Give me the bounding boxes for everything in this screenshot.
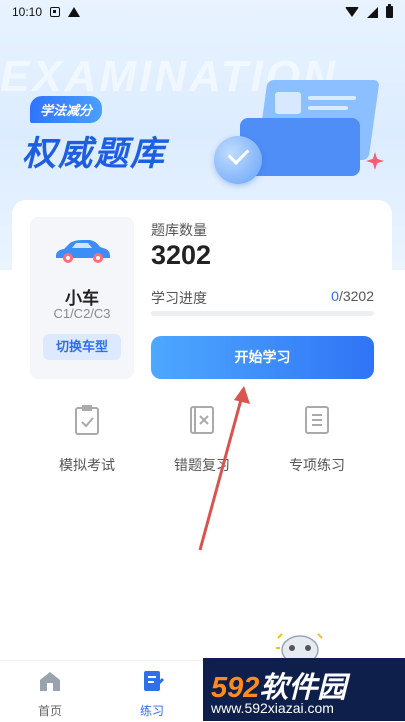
switch-vehicle-button[interactable]: 切换车型	[43, 334, 121, 360]
progress-total: /3202	[338, 288, 374, 304]
feature-label: 专项练习	[289, 457, 345, 473]
feature-wrong-review[interactable]: 错题复习	[157, 404, 247, 475]
feature-label: 模拟考试	[59, 457, 115, 473]
doc-line	[308, 96, 356, 100]
banner-title: 权威题库	[22, 135, 166, 173]
progress-label: 学习进度	[151, 290, 207, 306]
progress-current: 0	[331, 288, 339, 304]
vehicle-license: C1/C2/C3	[53, 306, 111, 321]
book-x-icon	[190, 406, 214, 434]
watermark-logo: 592软件园 www.592xiazai.com	[203, 658, 405, 721]
tab-label: 练习	[139, 704, 164, 718]
car-icon	[56, 240, 110, 263]
status-time: 10:10	[12, 5, 43, 19]
tab-label: 首页	[37, 704, 62, 718]
battery-icon	[386, 4, 393, 18]
notification-icon	[50, 7, 61, 17]
doc-line	[308, 106, 348, 110]
list-doc-icon	[305, 406, 329, 434]
progress-bar	[151, 311, 374, 316]
id-card-icon	[275, 92, 301, 114]
wifi-icon	[345, 7, 359, 17]
signal-icon	[367, 6, 378, 18]
home-icon	[40, 672, 60, 691]
feature-special-practice[interactable]: 专项练习	[272, 404, 362, 475]
feature-label: 错题复习	[174, 457, 230, 473]
warning-icon	[68, 7, 81, 17]
question-count-value: 3202	[151, 240, 212, 270]
clipboard-check-icon	[75, 405, 99, 435]
status-bar: 10:10	[0, 0, 405, 24]
question-count-label: 题库数量	[151, 222, 207, 238]
tab-home[interactable]: 首页	[20, 669, 80, 719]
banner-tag: 学法减分	[30, 96, 103, 123]
progress-count: 0/3202	[331, 288, 374, 304]
start-study-button[interactable]: 开始学习	[151, 336, 374, 379]
watermark-url: www.592xiazai.com	[211, 700, 334, 716]
feature-mock-exam[interactable]: 模拟考试	[42, 404, 132, 475]
tab-practice[interactable]: 练习	[122, 669, 182, 719]
practice-icon	[144, 671, 165, 691]
